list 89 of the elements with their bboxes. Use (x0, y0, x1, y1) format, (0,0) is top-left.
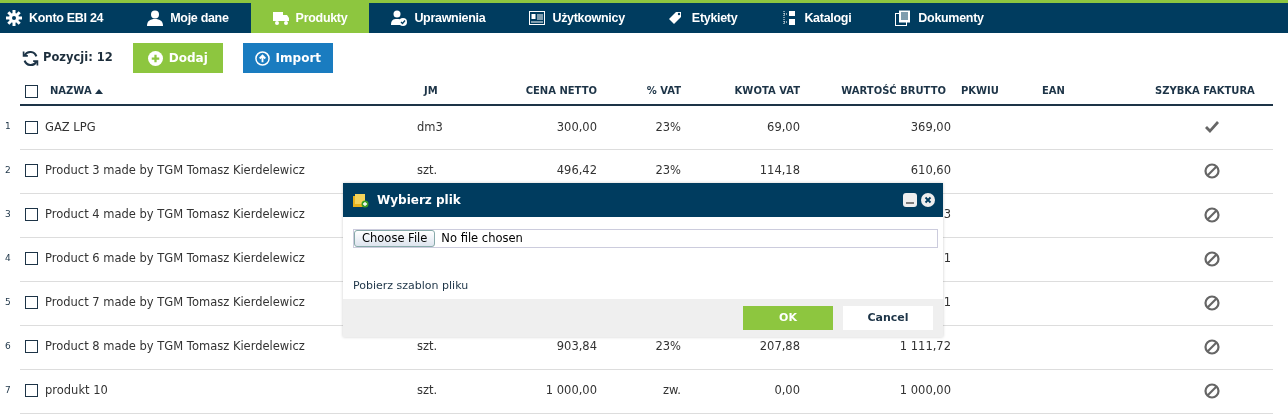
template-link[interactable]: Pobierz szablon pliku (353, 278, 469, 295)
select-all-checkbox[interactable] (25, 84, 38, 98)
column-header[interactable]: WARTOŚĆ BRUTTO (841, 85, 946, 96)
column-header[interactable]: KWOTA VAT (734, 85, 800, 96)
row-checkbox[interactable] (25, 384, 38, 398)
dialog-title: Wybierz plik (377, 192, 461, 209)
prohibited-icon[interactable] (1203, 250, 1220, 267)
table-cell: 0,00 (774, 383, 800, 398)
product-name: GAZ LPG (45, 119, 96, 134)
product-name: produkt 10 (45, 383, 108, 398)
row-checkbox[interactable] (25, 252, 38, 266)
table-cell: 1 (943, 251, 951, 266)
column-header[interactable]: CENA NETTO (525, 85, 597, 96)
prohibited-icon[interactable] (1203, 294, 1220, 311)
documents-icon (895, 10, 912, 26)
person-check-icon (391, 10, 408, 26)
nav-tab[interactable]: Moje dane (125, 3, 251, 33)
column-header[interactable]: NAZWA (50, 85, 92, 96)
nav-tab[interactable]: Katalogi (759, 3, 874, 33)
choose-file-button[interactable]: Choose File (354, 230, 436, 247)
row-number: 1 (5, 121, 11, 132)
row-number: 4 (5, 253, 11, 264)
tree-icon (781, 10, 798, 26)
table-cell: 1 111,72 (899, 339, 951, 354)
product-name: Product 8 made by TGM Tomasz Kierdelewicz (45, 339, 305, 354)
column-header[interactable]: EAN (1042, 85, 1065, 96)
table-cell: dm3 (417, 119, 443, 134)
table-cell: 300,00 (556, 119, 597, 134)
prohibited-icon[interactable] (1203, 382, 1220, 399)
nav-tab[interactable]: Etykiety (646, 3, 760, 33)
item-count: Pozycji: 12 (43, 49, 113, 67)
id-card-icon (529, 10, 546, 26)
product-name: Product 4 made by TGM Tomasz Kierdelewicz (45, 207, 305, 222)
checkmark-icon[interactable] (1203, 120, 1220, 134)
table-cell: szt. (417, 383, 438, 398)
table-cell: 114,18 (759, 163, 800, 178)
folder-icon (353, 192, 369, 208)
row-checkbox[interactable] (25, 164, 38, 178)
table-cell: 1 000,00 (545, 383, 597, 398)
upload-icon (254, 50, 270, 66)
row-number: 6 (5, 341, 11, 352)
row-checkbox[interactable] (25, 296, 38, 310)
prohibited-icon[interactable] (1203, 206, 1220, 223)
minimize-icon[interactable] (903, 193, 917, 207)
table-cell: 1 (943, 295, 951, 310)
table-cell: 207,88 (759, 339, 800, 354)
row-number: 3 (5, 209, 11, 220)
column-header[interactable]: JM (424, 85, 438, 96)
refresh-icon[interactable] (22, 49, 39, 67)
nav-tab[interactable]: Konto EBI 24 (0, 3, 126, 33)
column-header[interactable]: PKWIU (961, 85, 999, 96)
column-header[interactable]: SZYBKA FAKTURA (1155, 85, 1255, 96)
table-cell: 369,00 (910, 119, 951, 134)
table-cell: 1 000,00 (899, 383, 951, 398)
table-cell: 3 (943, 207, 951, 222)
cancel-button[interactable]: Cancel (843, 306, 933, 330)
table-cell: 23% (655, 119, 681, 134)
plus-icon (147, 50, 163, 66)
file-status-text: No file chosen (441, 229, 523, 247)
product-name: Product 7 made by TGM Tomasz Kierdelewicz (45, 295, 305, 310)
column-header[interactable]: % VAT (646, 85, 681, 96)
person-icon (147, 10, 164, 26)
table-cell: 903,84 (556, 339, 597, 354)
nav-tab[interactable]: Dokumenty (873, 3, 1006, 33)
prohibited-icon[interactable] (1203, 162, 1220, 179)
nav-tab[interactable]: Użytkownicy (507, 3, 647, 33)
row-number: 2 (5, 165, 11, 176)
table-cell: 496,42 (556, 163, 597, 178)
table-cell: 23% (655, 339, 681, 354)
row-checkbox[interactable] (25, 208, 38, 222)
table-cell: szt. (417, 339, 438, 354)
table-cell: 610,60 (910, 163, 951, 178)
row-checkbox[interactable] (25, 120, 38, 134)
gear-icon (6, 10, 22, 26)
table-cell: zw. (662, 383, 681, 398)
product-name: Product 6 made by TGM Tomasz Kierdelewicz (45, 251, 305, 266)
row-checkbox[interactable] (25, 340, 38, 354)
nav-tab[interactable]: Uprawnienia (369, 3, 508, 33)
table-cell: 69,00 (767, 119, 800, 134)
table-cell: szt. (417, 163, 438, 178)
truck-icon (272, 10, 289, 26)
import-button[interactable]: Import (242, 43, 333, 73)
row-number: 7 (5, 385, 11, 396)
product-name: Product 3 made by TGM Tomasz Kierdelewicz (45, 163, 305, 178)
file-field[interactable]: Choose File No file chosen (353, 229, 938, 248)
close-icon[interactable] (921, 193, 935, 207)
row-number: 5 (5, 297, 11, 308)
table-cell: 23% (655, 163, 681, 178)
prohibited-icon[interactable] (1203, 338, 1220, 355)
